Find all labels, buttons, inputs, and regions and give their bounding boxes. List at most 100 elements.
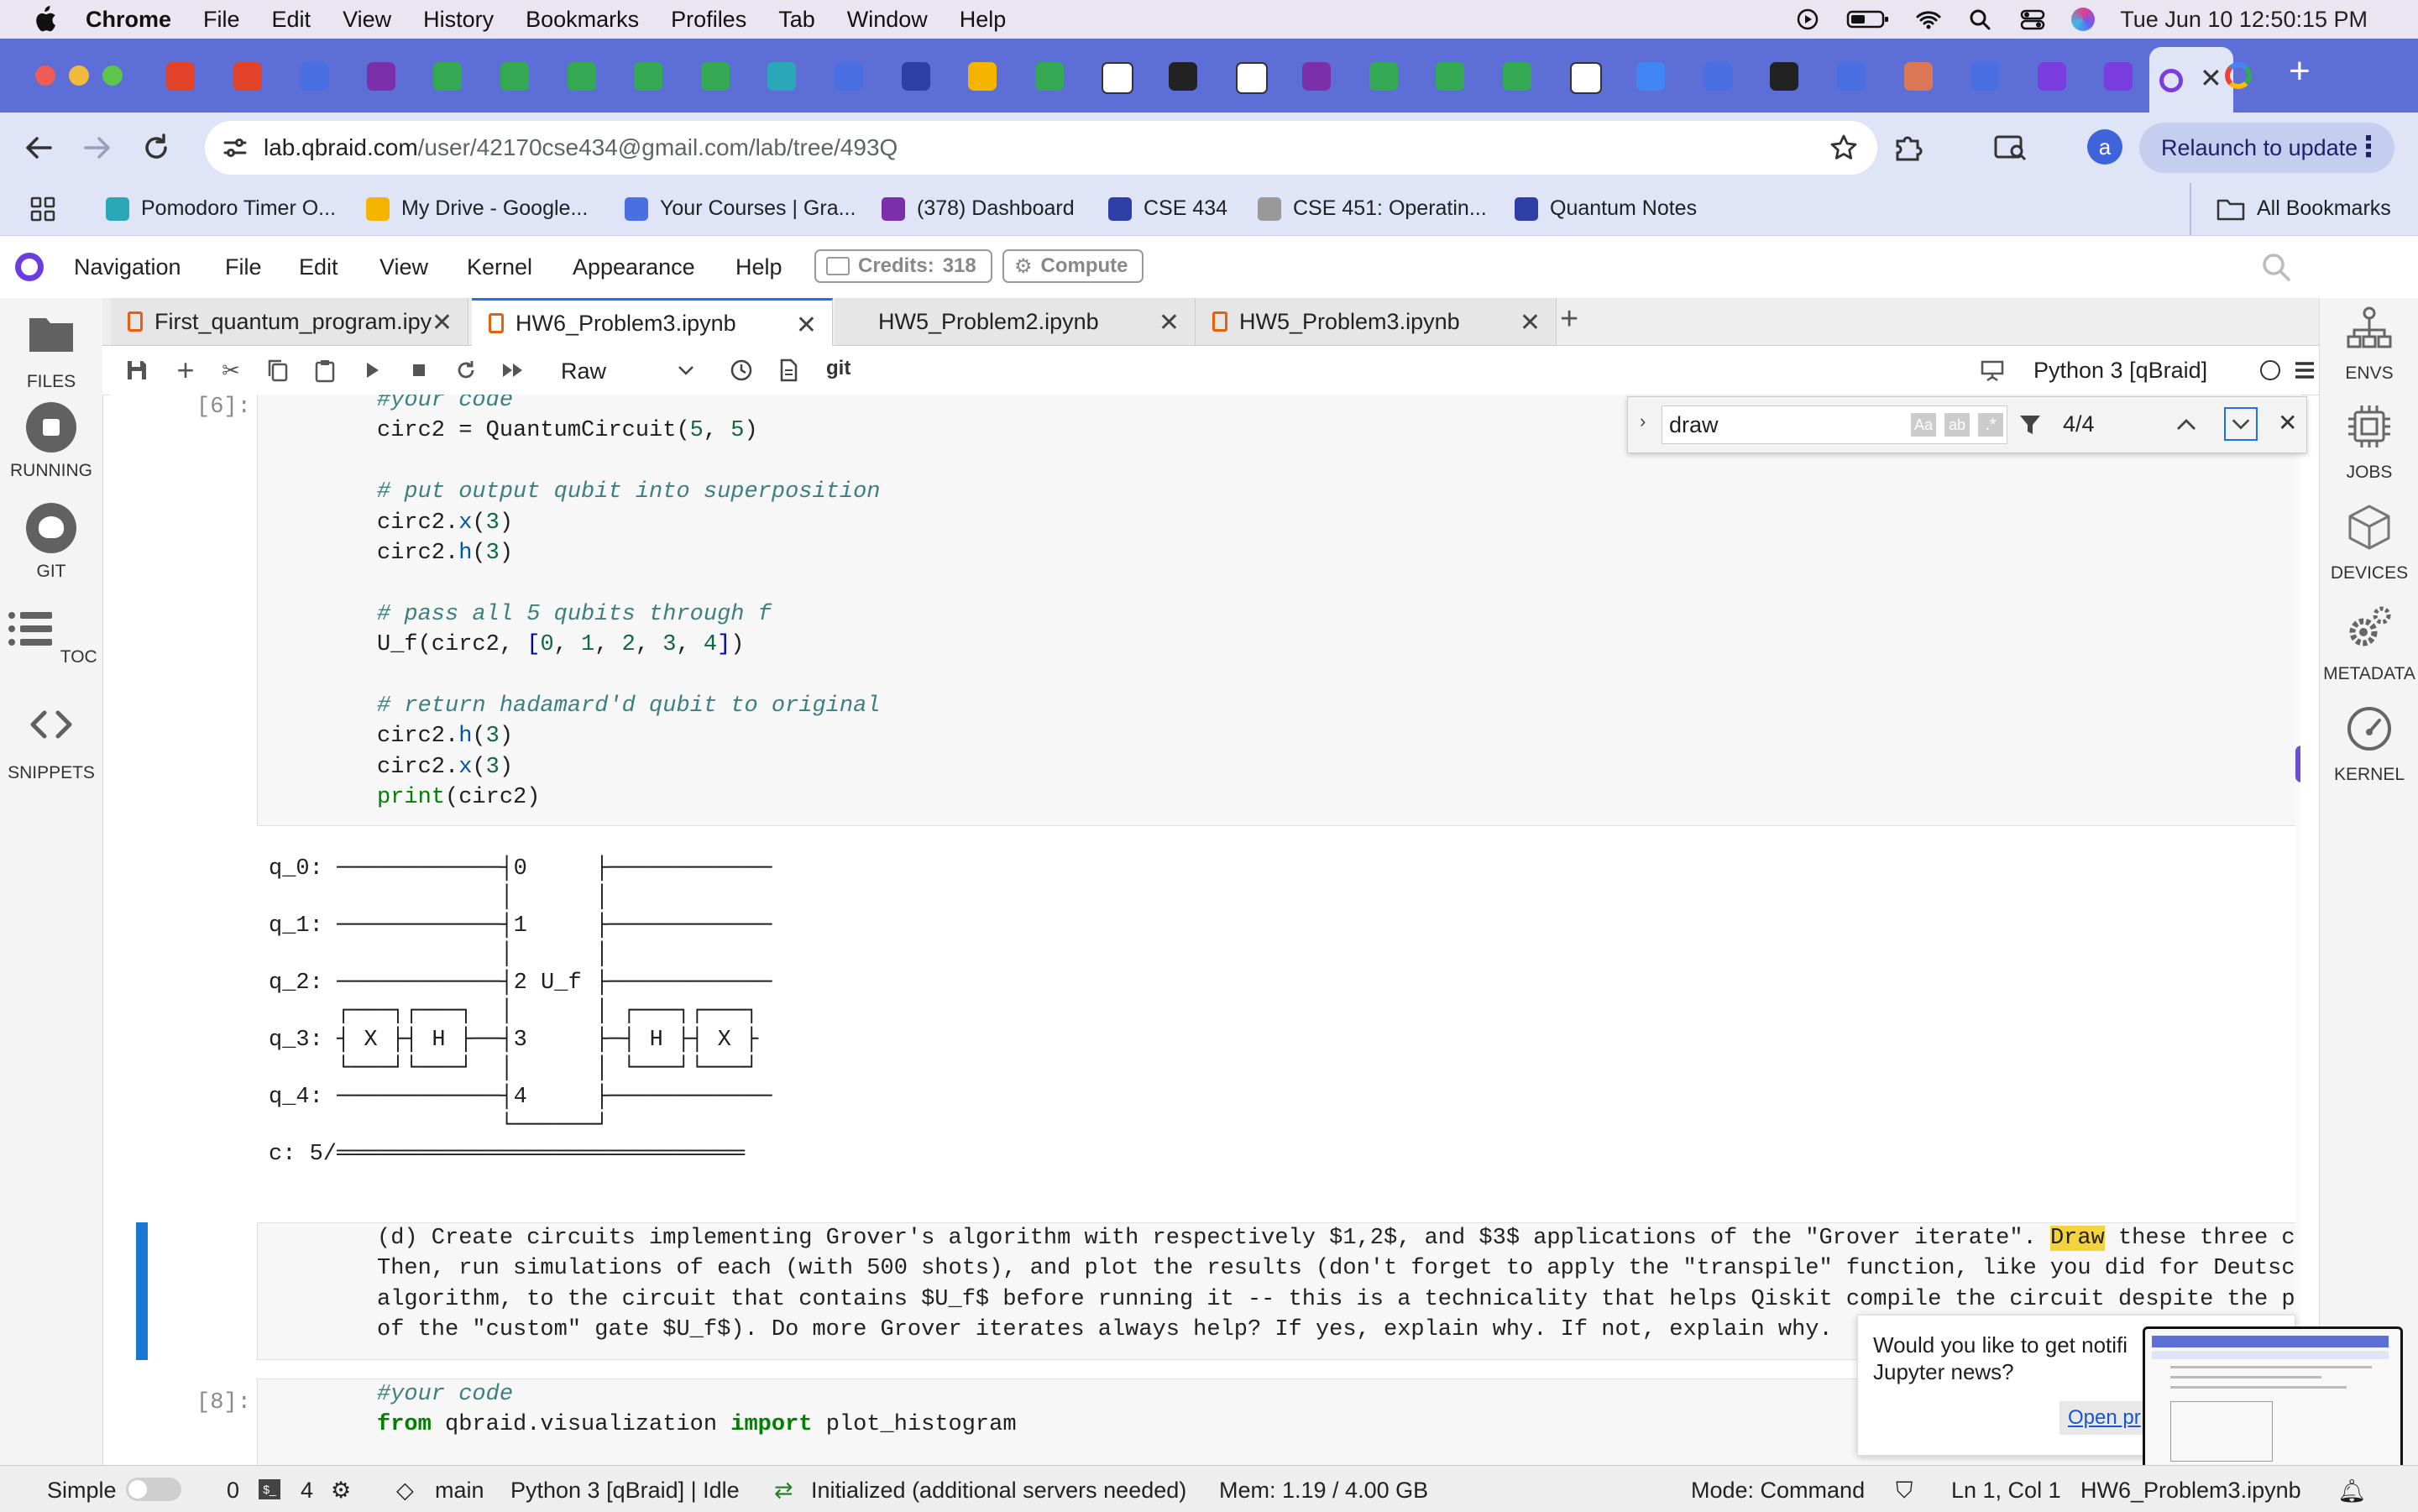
close-tab-icon[interactable]: ✕ [432,308,453,337]
app-menu-file[interactable]: File [225,254,262,280]
browser-tab-favicon-icon[interactable] [300,62,329,91]
run-cell-icon[interactable] [359,358,385,383]
close-tab-icon[interactable]: ✕ [2200,62,2222,94]
window-close-button[interactable] [35,65,55,86]
browser-tab-favicon-icon[interactable] [2037,62,2066,91]
browser-tab-favicon-icon[interactable] [1770,62,1799,91]
app-search-icon[interactable] [2260,251,2292,283]
stop-kernel-icon[interactable] [406,358,432,383]
close-tab-icon[interactable]: ✕ [1159,308,1180,337]
menu-file[interactable]: File [203,7,240,33]
menubar-clock[interactable]: Tue Jun 10 12:50:15 PM [2120,7,2368,33]
kernel-count[interactable]: 4 [301,1478,313,1504]
browser-tab-favicon-icon[interactable] [500,62,529,91]
menu-app-chrome[interactable]: Chrome [86,7,171,33]
apple-icon[interactable] [32,5,57,34]
browser-tab-favicon-icon[interactable] [1235,62,1268,94]
cell-type-select[interactable]: Raw [561,353,695,388]
siri-icon[interactable] [2071,8,2096,31]
cut-icon[interactable]: ✂ [218,358,243,383]
bookmark-item[interactable]: Pomodoro Timer O... [106,196,336,221]
copy-icon[interactable] [265,358,290,383]
code-cell-editor[interactable]: #your code from qbraid.visualization impo… [377,1379,1017,1441]
scrollbar-track[interactable] [2295,395,2300,1465]
browser-tab-favicon-icon[interactable] [901,62,930,91]
more-vert-icon[interactable]: ⋮ [2354,130,2383,164]
menu-history[interactable]: History [423,7,494,33]
omnibox[interactable]: lab.qbraid.com/user/42170cse434@gmail.co… [205,121,1877,175]
close-tab-icon[interactable]: ✕ [1520,308,1541,337]
notebook-tab-hw5-problem2[interactable]: HW5_Problem2.ipynb ✕ [835,298,1196,345]
browser-tab-favicon-icon[interactable] [700,62,730,91]
scrollbar-thumb[interactable] [2295,746,2300,782]
browser-tab-favicon-icon[interactable] [1436,62,1465,91]
browser-tab-favicon-icon[interactable] [433,62,463,91]
browser-tab-favicon-icon[interactable] [366,62,395,91]
app-menu-kernel[interactable]: Kernel [467,254,532,280]
browser-tab-favicon-icon[interactable] [1636,62,1666,91]
qbraid-logo-icon[interactable] [15,253,44,281]
app-menu-edit[interactable]: Edit [299,254,338,280]
notebook-tab-first-quantum[interactable]: First_quantum_program.ipy ✕ [111,298,468,345]
url-text[interactable]: lab.qbraid.com/user/42170cse434@gmail.co… [264,134,898,161]
tab-search-icon[interactable] [1993,131,2028,165]
menu-tab[interactable]: Tab [778,7,815,33]
bookmark-item[interactable]: (378) Dashboard [882,196,1075,221]
git-branch-name[interactable]: main [435,1478,484,1504]
cursor-position[interactable]: Ln 1, Col 1 [1951,1478,2061,1504]
forward-arrow-icon[interactable] [81,131,114,165]
restart-run-all-icon[interactable] [500,358,526,383]
kernel-status[interactable]: Python 3 [qBraid] | Idle [510,1478,740,1504]
menu-window[interactable]: Window [847,7,928,33]
bookmark-item[interactable]: Quantum Notes [1515,196,1697,221]
bookmark-star-icon[interactable] [1829,133,1859,163]
terminal-icon[interactable]: $_ [259,1479,280,1499]
app-menu-navigation[interactable]: Navigation [74,254,181,280]
filter-icon[interactable] [2018,412,2043,437]
browser-tab-favicon-icon[interactable] [968,62,997,91]
browser-tab-favicon-icon[interactable] [1703,62,1732,91]
app-menu-appearance[interactable]: Appearance [573,254,695,280]
simple-mode-toggle[interactable] [126,1478,181,1501]
sidebar-jobs[interactable]: JOBS [2320,402,2418,483]
terminal-count[interactable]: 0 [227,1478,239,1504]
sidebar-files[interactable]: FILES [0,308,102,392]
sidebar-envs[interactable]: ENVS [2320,303,2418,384]
browser-tab-favicon-icon[interactable] [567,62,596,91]
hamburger-menu-icon[interactable] [2292,358,2317,383]
control-center-icon[interactable] [2019,8,2046,31]
previous-match-icon[interactable] [2174,412,2199,437]
extensions-icon[interactable] [1891,131,1924,165]
app-menu-help[interactable]: Help [735,254,782,280]
menu-profiles[interactable]: Profiles [671,7,746,33]
regex-icon[interactable]: .* [1978,413,2003,437]
notebook-tab-hw6-problem3[interactable]: HW6_Problem3.ipynb ✕ [472,298,833,346]
sidebar-metadata[interactable]: METADATA [2320,604,2418,684]
new-launcher-icon[interactable]: + [1560,301,1578,337]
window-minimize-button[interactable] [69,65,89,86]
browser-tab-favicon-icon[interactable] [767,62,797,91]
bookmark-item[interactable]: CSE 434 [1108,196,1227,221]
reload-icon[interactable] [139,131,173,165]
wifi-icon[interactable] [1915,8,1942,31]
sidebar-toc[interactable]: TOC [0,604,102,667]
sidebar-snippets[interactable]: SNIPPETS [0,699,102,783]
kernel-cpu-icon[interactable]: ⚙ [331,1478,351,1504]
browser-tab-favicon-icon[interactable] [1369,62,1398,91]
bookmark-item[interactable]: CSE 451: Operatin... [1258,196,1487,221]
play-circle-icon[interactable] [1794,8,1821,31]
browser-tab-favicon-icon[interactable] [1102,62,1134,94]
browser-tab-favicon-icon[interactable] [1569,62,1602,94]
browser-tab-favicon-icon[interactable] [634,62,663,91]
menu-help[interactable]: Help [960,7,1007,33]
all-bookmarks[interactable]: All Bookmarks [2216,196,2391,221]
insert-cell-icon[interactable]: + [173,355,198,385]
window-zoom-button[interactable] [102,65,123,86]
browser-tab-favicon-icon[interactable] [1971,62,2000,91]
browser-tab-favicon-icon[interactable] [2104,62,2133,91]
browser-tab-favicon-icon[interactable] [1903,62,1933,91]
current-file[interactable]: HW6_Problem3.ipynb [2080,1478,2301,1504]
toggle-replace-icon[interactable]: › [1640,411,1646,432]
code-cell-editor[interactable]: #your code circ2 = QuantumCircuit(5, 5) #… [377,395,881,814]
bookmark-item[interactable]: Your Courses | Gra... [625,196,856,221]
